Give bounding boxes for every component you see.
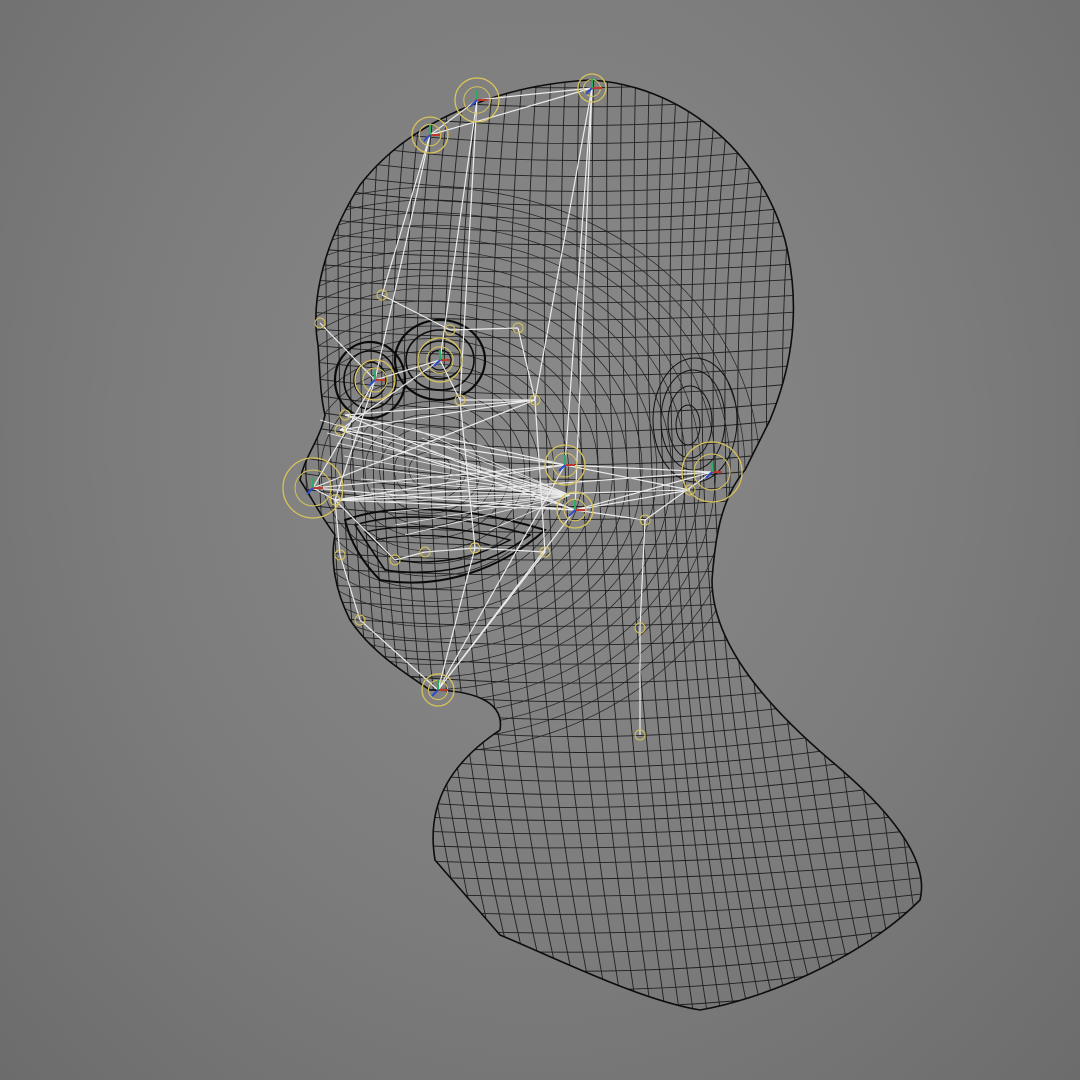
rig-bone[interactable]	[344, 414, 566, 466]
rig-joint-crownB[interactable]	[454, 77, 500, 123]
rig-bone[interactable]	[564, 464, 713, 473]
rig-bone[interactable]	[429, 99, 478, 136]
rig-bone[interactable]	[424, 547, 476, 553]
head-mesh	[299, 79, 923, 1011]
rig-bone[interactable]	[339, 359, 441, 431]
rig-bone[interactable]	[381, 294, 451, 331]
3d-viewport[interactable]	[0, 0, 1080, 1080]
rig-bone[interactable]	[437, 547, 476, 691]
head-wireframe-scene[interactable]	[0, 0, 1080, 1080]
rig-joint-eyeL[interactable]	[417, 337, 463, 383]
rig-bone[interactable]	[476, 87, 593, 101]
rig-joint-nose[interactable]	[282, 457, 344, 519]
rig-bone[interactable]	[429, 87, 593, 136]
rig-bone[interactable]	[374, 134, 431, 381]
rig-bone[interactable]	[339, 554, 361, 621]
rig-bone[interactable]	[574, 471, 713, 511]
rig-bone[interactable]	[437, 551, 546, 691]
rig-joint-ear[interactable]	[681, 441, 743, 503]
rig-bone[interactable]	[404, 494, 571, 536]
rig-bone[interactable]	[339, 399, 536, 431]
